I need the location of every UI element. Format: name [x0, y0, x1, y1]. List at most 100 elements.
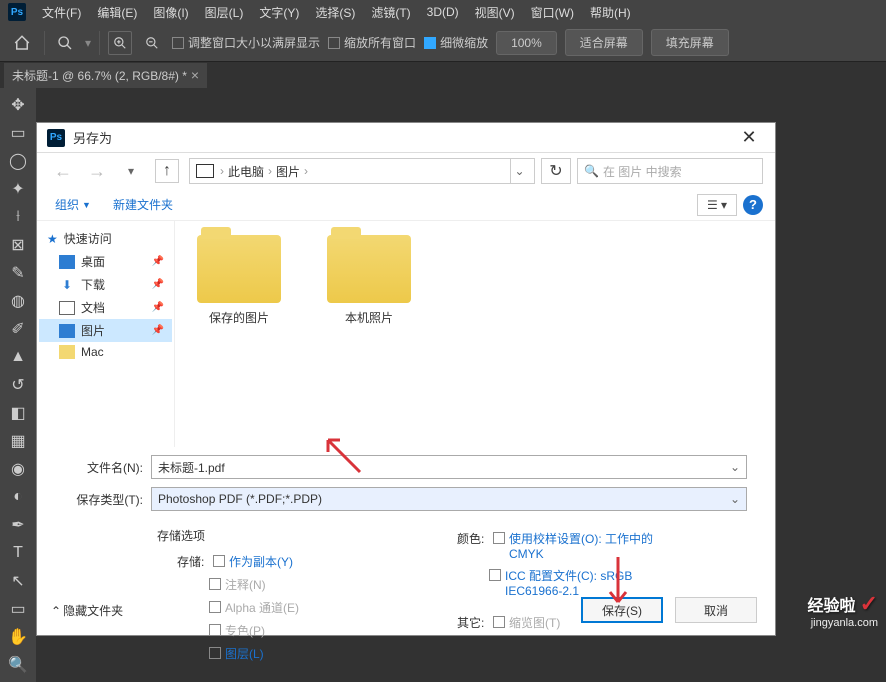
desktop-icon: [59, 255, 75, 269]
frame-tool[interactable]: ⊠: [4, 232, 32, 258]
marquee-tool[interactable]: ▭: [4, 120, 32, 146]
sidebar-quick-access[interactable]: ★快速访问: [39, 227, 172, 250]
chevron-up-icon: ⌃: [51, 604, 61, 618]
dodge-tool[interactable]: ◐: [4, 484, 32, 510]
sidebar-desktop[interactable]: 桌面📌: [39, 250, 172, 273]
folder-icon: [59, 345, 75, 359]
zoom-out-icon[interactable]: [140, 31, 164, 55]
view-mode-button[interactable]: ☰ ▾: [697, 194, 737, 216]
crop-tool[interactable]: ⟊: [4, 204, 32, 230]
nav-forward-button[interactable]: →: [83, 157, 111, 185]
search-placeholder: 在 图片 中搜索: [603, 163, 682, 180]
zoom-100-button[interactable]: 100%: [496, 31, 557, 55]
cancel-button[interactable]: 取消: [675, 597, 757, 623]
help-button[interactable]: ?: [743, 195, 763, 215]
breadcrumb[interactable]: › 此电脑 › 图片 › ⌄: [189, 158, 535, 184]
layers-option[interactable]: 图层(L): [209, 642, 457, 665]
folder-icon: [327, 235, 411, 303]
search-input[interactable]: 🔍 在 图片 中搜索: [577, 158, 763, 184]
path-tool[interactable]: ↖: [4, 568, 32, 594]
nav-up-button[interactable]: ↑: [155, 159, 179, 183]
pen-tool[interactable]: ✒: [4, 512, 32, 538]
dialog-title: 另存为: [73, 128, 733, 147]
menu-edit[interactable]: 编辑(E): [91, 2, 143, 23]
breadcrumb-folder[interactable]: 图片: [276, 163, 300, 180]
nav-back-button[interactable]: ←: [49, 157, 77, 185]
resize-windows-option[interactable]: 调整窗口大小以满屏显示: [172, 34, 320, 51]
menu-text[interactable]: 文字(Y): [253, 2, 305, 23]
eraser-tool[interactable]: ◧: [4, 400, 32, 426]
tab-close-icon[interactable]: ×: [191, 67, 199, 83]
folder-local-photos[interactable]: 本机照片: [319, 235, 419, 326]
zoom-tool[interactable]: 🔍: [4, 652, 32, 678]
blur-tool[interactable]: ◉: [4, 456, 32, 482]
zoom-tool-icon[interactable]: [53, 31, 77, 55]
dialog-close-button[interactable]: ✕: [733, 124, 765, 152]
document-icon: [59, 301, 75, 315]
sidebar-pictures[interactable]: 图片📌: [39, 319, 172, 342]
dialog-toolbar: 组织 ▼ 新建文件夹 ☰ ▾ ?: [37, 189, 775, 221]
history-brush-tool[interactable]: ↺: [4, 372, 32, 398]
menu-window[interactable]: 窗口(W): [525, 2, 580, 23]
sidebar-documents[interactable]: 文档📌: [39, 296, 172, 319]
save-as-dialog: Ps 另存为 ✕ ← → ▾ ↑ › 此电脑 › 图片 › ⌄ ↻ 🔍 在 图片…: [36, 122, 776, 636]
menu-layer[interactable]: 图层(L): [199, 2, 250, 23]
menu-image[interactable]: 图像(I): [147, 2, 194, 23]
gradient-tool[interactable]: ▦: [4, 428, 32, 454]
brush-tool[interactable]: ✐: [4, 316, 32, 342]
fill-screen-button[interactable]: 填充屏幕: [651, 29, 729, 56]
icc-profile-option[interactable]: ICC 配置文件(C): sRGB IEC61966-2.1: [489, 564, 757, 601]
folder-sidebar: ★快速访问 桌面📌 ⬇下载📌 文档📌 图片📌 Mac: [37, 221, 175, 447]
folder-saved-pictures[interactable]: 保存的图片: [189, 235, 289, 326]
home-button[interactable]: [8, 29, 36, 57]
dropdown-icon[interactable]: ⌄: [730, 460, 740, 474]
sidebar-mac[interactable]: Mac: [39, 342, 172, 362]
document-tab[interactable]: 未标题-1 @ 66.7% (2, RGB/8#) * ×: [4, 63, 207, 88]
filename-label: 文件名(N):: [55, 459, 151, 476]
breadcrumb-root[interactable]: 此电脑: [228, 163, 264, 180]
type-dropdown[interactable]: Photoshop PDF (*.PDF;*.PDP)⌄: [151, 487, 747, 511]
zoom-in-icon[interactable]: [108, 31, 132, 55]
app-menubar: Ps 文件(F) 编辑(E) 图像(I) 图层(L) 文字(Y) 选择(S) 滤…: [0, 0, 886, 24]
menu-filter[interactable]: 滤镜(T): [365, 2, 416, 23]
fit-screen-button[interactable]: 适合屏幕: [565, 29, 643, 56]
filename-input[interactable]: 未标题-1.pdf⌄: [151, 455, 747, 479]
shape-tool[interactable]: ▭: [4, 596, 32, 622]
dropdown-icon[interactable]: ⌄: [730, 492, 740, 506]
breadcrumb-dropdown[interactable]: ⌄: [510, 159, 528, 183]
as-copy-option[interactable]: 存储:作为副本(Y): [177, 550, 457, 573]
stamp-tool[interactable]: ▲: [4, 344, 32, 370]
save-button[interactable]: 保存(S): [581, 597, 663, 623]
healing-tool[interactable]: ◍: [4, 288, 32, 314]
computer-icon: [196, 164, 214, 178]
zoom-all-windows-option[interactable]: 缩放所有窗口: [328, 34, 416, 51]
sidebar-downloads[interactable]: ⬇下载📌: [39, 273, 172, 296]
pin-icon: 📌: [152, 325, 164, 336]
download-icon: ⬇: [59, 278, 75, 292]
magic-wand-tool[interactable]: ✦: [4, 176, 32, 202]
menu-help[interactable]: 帮助(H): [584, 2, 637, 23]
menu-view[interactable]: 视图(V): [469, 2, 521, 23]
ps-logo: Ps: [8, 3, 26, 21]
hand-tool[interactable]: ✋: [4, 624, 32, 650]
tools-panel: ✥ ▭ ◯ ✦ ⟊ ⊠ ✎ ◍ ✐ ▲ ↺ ◧ ▦ ◉ ◐ ✒ T ↖ ▭ ✋ …: [0, 88, 36, 682]
menu-file[interactable]: 文件(F): [36, 2, 87, 23]
main-area: ★快速访问 桌面📌 ⬇下载📌 文档📌 图片📌 Mac 保存的图片 本机照片: [37, 221, 775, 447]
document-tabs: 未标题-1 @ 66.7% (2, RGB/8#) * ×: [0, 62, 886, 88]
menu-select[interactable]: 选择(S): [309, 2, 361, 23]
scrubby-zoom-option[interactable]: 细微缩放: [424, 34, 488, 51]
file-list[interactable]: 保存的图片 本机照片: [175, 221, 775, 447]
nav-history-dropdown[interactable]: ▾: [117, 157, 145, 185]
proof-setup-option: 颜色:使用校样设置(O): 工作中的 CMYK: [457, 527, 757, 564]
search-icon: 🔍: [584, 164, 599, 178]
options-toolbar: ▾ 调整窗口大小以满屏显示 缩放所有窗口 细微缩放 100% 适合屏幕 填充屏幕: [0, 24, 886, 62]
menu-3d[interactable]: 3D(D): [421, 3, 465, 21]
type-tool[interactable]: T: [4, 540, 32, 566]
move-tool[interactable]: ✥: [4, 92, 32, 118]
lasso-tool[interactable]: ◯: [4, 148, 32, 174]
organize-button[interactable]: 组织 ▼: [49, 194, 97, 215]
eyedropper-tool[interactable]: ✎: [4, 260, 32, 286]
hide-folders-toggle[interactable]: ⌃ 隐藏文件夹: [51, 602, 123, 619]
refresh-button[interactable]: ↻: [541, 158, 571, 184]
new-folder-button[interactable]: 新建文件夹: [105, 194, 181, 215]
